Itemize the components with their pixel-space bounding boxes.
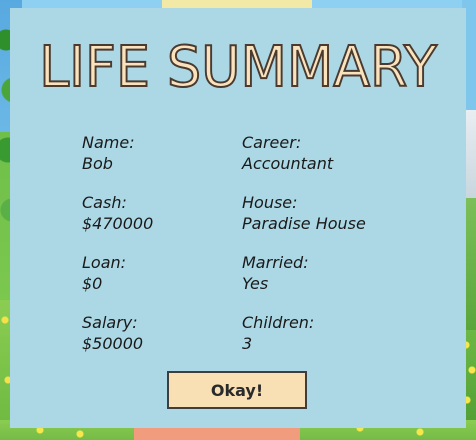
house-field: House: Paradise House [242, 192, 442, 234]
career-value: Accountant [242, 154, 334, 173]
career-label: Career: [242, 133, 302, 152]
house-label: House: [242, 193, 298, 212]
married-field: Married: Yes [242, 252, 442, 294]
house-value: Paradise House [242, 214, 366, 233]
married-value: Yes [242, 274, 269, 293]
children-field: Children: 3 [242, 312, 442, 354]
children-value: 3 [242, 334, 253, 353]
career-field: Career: Accountant [242, 132, 442, 174]
top-road-strip [162, 0, 312, 8]
children-label: Children: [242, 313, 315, 332]
okay-button[interactable]: Okay! [167, 371, 307, 409]
panel-title: LIFE SUMMARY [38, 35, 437, 101]
life-summary-panel: LIFE SUMMARY Name: Bob Career: Accountan… [10, 8, 466, 428]
married-label: Married: [242, 253, 309, 272]
